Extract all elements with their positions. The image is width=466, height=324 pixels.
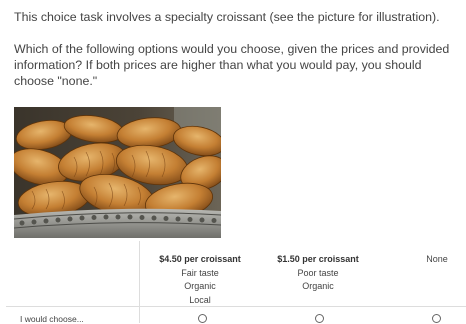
option-2-price: $1.50 per croissant xyxy=(277,254,359,264)
option-1-attr-taste: Fair taste xyxy=(181,267,219,278)
radio-button-icon-option-2[interactable] xyxy=(315,314,324,323)
option-3-header: None xyxy=(400,253,466,267)
option-none-label: None xyxy=(426,254,448,264)
option-2-attr-taste: Poor taste xyxy=(297,267,339,278)
option-1-attr-local: Local xyxy=(189,294,211,305)
question-text: Which of the following options would you… xyxy=(14,42,450,88)
intro-text: This choice task involves a specialty cr… xyxy=(14,10,440,24)
option-1-price: $4.50 per croissant xyxy=(159,254,241,264)
radio-button-icon-none[interactable] xyxy=(432,314,441,323)
option-2-header: $1.50 per croissant Poor taste Organic xyxy=(262,253,374,294)
option-2-attr-organic: Organic xyxy=(302,281,334,291)
column-divider xyxy=(139,241,140,323)
option-1-attr-organic: Organic xyxy=(184,281,216,291)
radio-button-icon-option-1[interactable] xyxy=(198,314,207,323)
option-1-header: $4.50 per croissant Fair taste Organic L… xyxy=(148,253,252,307)
croissant-photo xyxy=(14,107,221,238)
